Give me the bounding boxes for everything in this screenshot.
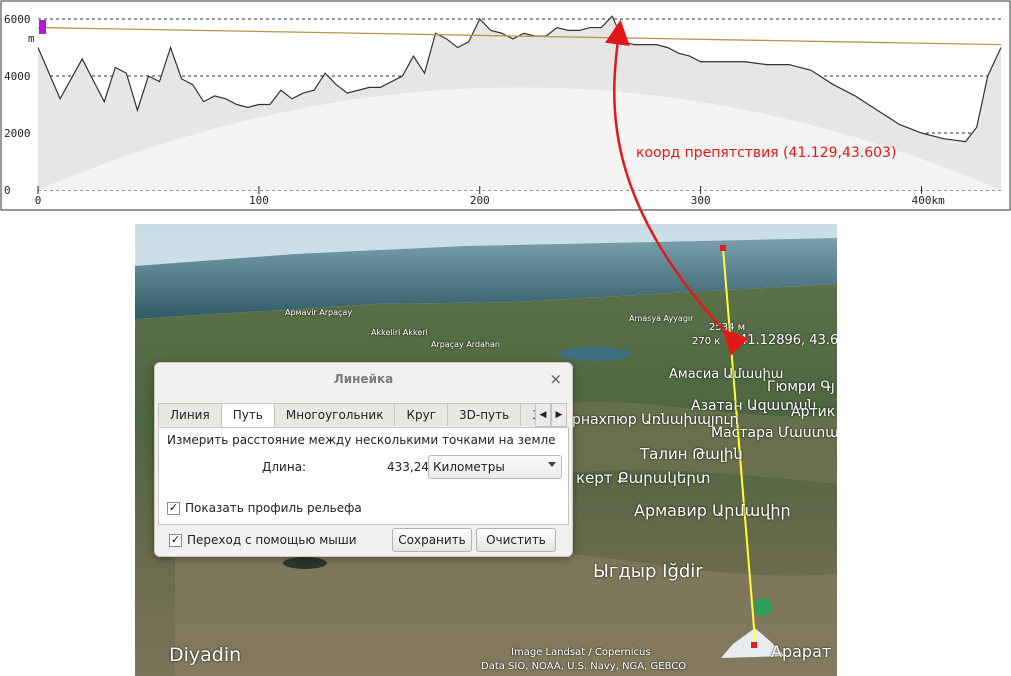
length-value: 433,24 [387, 460, 429, 474]
y-tick-label: 2000 [4, 127, 31, 140]
place-small-4: Amasya Ayyagır [629, 314, 694, 323]
place-artik: Артик [791, 404, 836, 420]
place-small-3: Arpaçay Ardahan [431, 340, 500, 349]
dialog-title: Линейка [333, 372, 394, 386]
x-tick-label: 100 [249, 194, 269, 207]
place-igdir: Ыгдыр Iğdir [593, 561, 703, 582]
tabs-scroll-left-icon[interactable]: ◀ [535, 403, 551, 427]
place-gyumri: Гюмри Գյ [767, 379, 835, 395]
length-label: Длина: [262, 460, 307, 474]
data-credit: Data SIO, NOAA, U.S. Navy, NGA, GEBCO [481, 661, 687, 672]
distance-label: 270 к [692, 336, 721, 347]
dialog-titlebar[interactable]: Линейка × [155, 363, 572, 395]
x-tick-label: 300 [691, 194, 711, 207]
tab-path[interactable]: Путь [220, 403, 275, 428]
unit-select-value: Километры [433, 460, 505, 474]
place-small-1: Армаvir Arpaçay [285, 308, 353, 317]
path-tab-panel: Измерить расстояние между несколькими то… [158, 427, 569, 525]
y-unit-label: m [28, 32, 35, 45]
show-profile-checkbox[interactable]: ✓ [167, 502, 180, 515]
place-small-2: Akkeliri Akkeri [371, 328, 428, 337]
y-tick-label: 6000 [4, 13, 31, 26]
close-icon[interactable]: × [549, 370, 562, 388]
imagery-credit: Image Landsat / Copernicus [511, 647, 651, 658]
place-talin: Талин Թալին [640, 445, 743, 463]
mouse-navigation-label[interactable]: Переход с помощью мыши [187, 533, 357, 547]
place-kert: керт Քարակերտ [576, 469, 711, 487]
chevron-down-icon [548, 462, 556, 467]
coordinate-label: 41.12896, 43.603 [739, 333, 837, 348]
x-unit-label: km [931, 194, 945, 207]
ruler-tabs: Линия Путь Многоугольник Круг 3D-путь 3D… [158, 403, 569, 428]
tab-circle[interactable]: Круг [394, 403, 448, 426]
elevation-profile-panel: 6000 4000 2000 0 m 0 100 200 300 400 km [0, 0, 1011, 212]
profile-cursor-marker[interactable] [39, 20, 46, 34]
show-profile-label[interactable]: Показать профиль рельефа [185, 501, 362, 515]
place-ararat: Арарат [771, 642, 832, 661]
tabs-scroll-right-icon[interactable]: ▶ [551, 403, 567, 427]
x-tick-label: 0 [35, 194, 42, 207]
place-diyadin: Diyadin [169, 644, 242, 666]
unit-select[interactable]: Километры [428, 455, 562, 479]
mouse-navigation-checkbox[interactable]: ✓ [169, 534, 182, 547]
place-armavir: Армавир Արմավիր [634, 501, 791, 520]
x-tick-label: 200 [470, 194, 490, 207]
y-tick-label: 0 [4, 184, 11, 197]
clear-button[interactable]: Очистить [476, 528, 556, 552]
path-description: Измерить расстояние между несколькими то… [167, 433, 556, 447]
tab-line[interactable]: Линия [158, 403, 222, 426]
elevation-label: 2534 м [709, 322, 746, 333]
tab-3d-path[interactable]: 3D-путь [447, 403, 522, 426]
place-mastara: Мастара Մաստա [711, 425, 837, 441]
x-tick-label: 400 [912, 194, 932, 207]
elevation-profile-chart: 6000 4000 2000 0 m 0 100 200 300 400 km [0, 0, 1011, 211]
save-button[interactable]: Сохранить [392, 528, 472, 552]
y-tick-label: 4000 [4, 70, 31, 83]
tab-polygon[interactable]: Многоугольник [273, 403, 396, 426]
ruler-dialog[interactable]: Линейка × Линия Путь Многоугольник Круг … [154, 362, 573, 557]
